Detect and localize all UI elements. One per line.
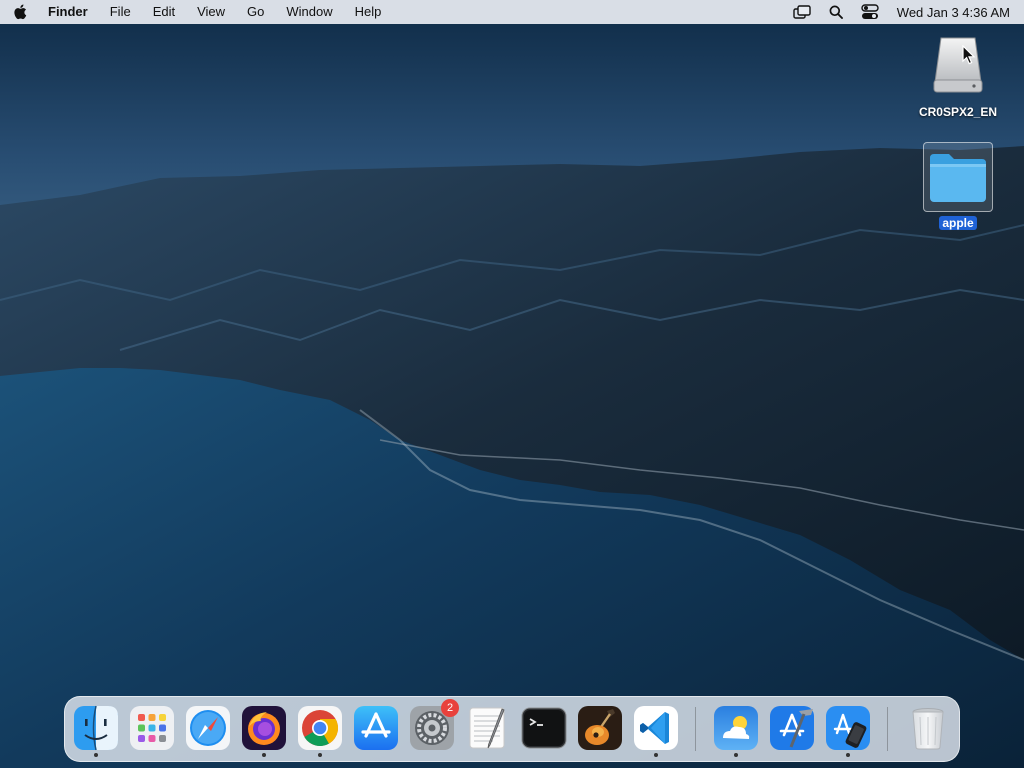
dock-item-launchpad[interactable] — [129, 705, 175, 751]
screen-mirroring-icon[interactable] — [785, 0, 819, 24]
dock-item-app-store[interactable] — [353, 705, 399, 751]
dock-item-xcode[interactable] — [769, 705, 815, 751]
mouse-cursor-icon — [962, 44, 976, 70]
desktop-item-drive[interactable]: CR0SPX2_EN — [908, 34, 1008, 119]
menu-app-name[interactable]: Finder — [40, 0, 99, 24]
menu-help[interactable]: Help — [344, 0, 393, 24]
spotlight-search-icon[interactable] — [819, 0, 853, 24]
dock-item-safari[interactable] — [185, 705, 231, 751]
desktop-item-label: apple — [939, 216, 977, 230]
app-store-icon — [354, 706, 398, 750]
running-indicator — [94, 753, 98, 757]
running-indicator — [318, 753, 322, 757]
finder-icon — [74, 705, 118, 751]
menu-view[interactable]: View — [186, 0, 236, 24]
dock-separator — [887, 707, 888, 751]
menu-window[interactable]: Window — [275, 0, 343, 24]
dock-item-simulator[interactable] — [825, 705, 871, 757]
folder-icon — [923, 142, 993, 212]
dock-item-system-settings[interactable]: 2 — [409, 699, 459, 751]
wallpaper — [0, 0, 1024, 768]
control-center-icon[interactable] — [853, 0, 887, 24]
vscode-icon — [634, 706, 678, 750]
running-indicator — [654, 753, 658, 757]
running-indicator — [846, 753, 850, 757]
running-indicator — [734, 753, 738, 757]
menu-bar: Finder File Edit View Go Window Help Wed… — [0, 0, 1024, 24]
garageband-icon — [578, 706, 622, 750]
menu-bar-clock[interactable]: Wed Jan 3 4:36 AM — [887, 5, 1010, 20]
dock-item-firefox[interactable] — [241, 705, 287, 757]
desktop-item-label: CR0SPX2_EN — [918, 105, 998, 119]
firefox-icon — [242, 706, 286, 750]
dock-item-garageband[interactable] — [577, 705, 623, 751]
notification-badge: 2 — [441, 699, 459, 717]
launchpad-icon — [130, 706, 174, 750]
dock: 2 — [64, 696, 960, 762]
desktop[interactable]: Finder File Edit View Go Window Help Wed… — [0, 0, 1024, 768]
apple-menu-icon[interactable] — [0, 0, 40, 24]
dock-item-textedit[interactable] — [465, 705, 511, 751]
dock-item-weather[interactable] — [713, 705, 759, 757]
dock-item-finder[interactable] — [73, 705, 119, 757]
dock-item-chrome[interactable] — [297, 705, 343, 757]
desktop-item-folder[interactable]: apple — [908, 142, 1008, 230]
external-drive-icon — [927, 34, 989, 101]
terminal-icon — [521, 707, 567, 749]
dock-item-vscode[interactable] — [633, 705, 679, 757]
dock-item-trash[interactable] — [905, 705, 951, 751]
chrome-icon — [298, 706, 342, 750]
dock-separator — [695, 707, 696, 751]
weather-icon — [714, 706, 758, 750]
dock-item-terminal[interactable] — [521, 705, 567, 751]
trash-icon — [912, 708, 944, 750]
menu-edit[interactable]: Edit — [142, 0, 186, 24]
textedit-icon — [469, 707, 505, 749]
simulator-icon — [826, 706, 870, 750]
menu-go[interactable]: Go — [236, 0, 275, 24]
safari-icon — [186, 706, 230, 750]
menu-file[interactable]: File — [99, 0, 142, 24]
running-indicator — [262, 753, 266, 757]
xcode-icon — [770, 706, 814, 750]
